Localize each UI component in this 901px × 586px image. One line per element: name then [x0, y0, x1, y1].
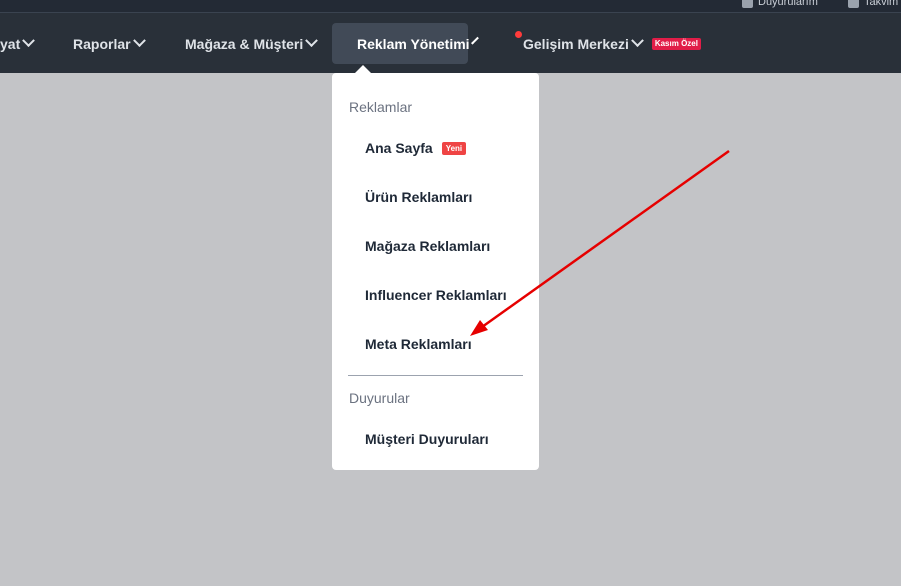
announcements-link[interactable]: Duyurularım [742, 0, 818, 8]
dropdown-divider [348, 375, 523, 376]
nav-item-label: yat [0, 35, 21, 52]
menu-item-influencer-ads[interactable]: Influencer Reklamları [365, 287, 507, 303]
new-badge: Yeni [441, 141, 467, 155]
nav-item-label: Mağaza & Müşteri [185, 35, 304, 52]
bell-icon [742, 0, 753, 8]
menu-item-meta-ads[interactable]: Meta Reklamları [365, 336, 472, 352]
nav-item-label: Raporlar [73, 35, 131, 52]
menu-item-label: Ürün Reklamları [365, 189, 473, 205]
calendar-link[interactable]: Takvim [848, 0, 898, 8]
nav-item-label: Gelişim Merkezi [523, 35, 629, 52]
menu-item-customer-announcements[interactable]: Müşteri Duyuruları [365, 431, 489, 447]
nav-item-ad-management[interactable]: Reklam Yönetimi [332, 23, 479, 64]
calendar-link-label: Takvim [864, 0, 899, 8]
nav-item-store-customer[interactable]: Mağaza & Müşteri [185, 23, 319, 64]
menu-item-product-ads[interactable]: Ürün Reklamları [365, 189, 472, 205]
menu-item-home[interactable]: Ana Sayfa Yeni [365, 140, 467, 156]
chevron-down-icon [470, 36, 479, 45]
menu-item-label: Ana Sayfa [365, 140, 433, 156]
top-utility-bar: Duyurularım Takvim [0, 0, 901, 13]
menu-item-label: Meta Reklamları [365, 336, 472, 352]
chevron-down-icon [305, 34, 319, 48]
dropdown-caret [354, 65, 372, 74]
section-title-announcements: Duyurular [349, 390, 410, 406]
announcements-link-label: Duyurularım [758, 0, 818, 8]
main-navbar: yat Raporlar Mağaza & Müşteri Reklam Yön… [0, 13, 901, 73]
menu-item-label: Mağaza Reklamları [365, 238, 491, 254]
nav-item-partial[interactable]: yat [0, 23, 36, 64]
nav-item-label: Reklam Yönetimi [357, 35, 470, 52]
ad-management-dropdown: Reklamlar Ana Sayfa Yeni Ürün Reklamları… [332, 65, 539, 470]
chevron-down-icon [132, 34, 146, 48]
menu-item-store-ads[interactable]: Mağaza Reklamları [365, 238, 490, 254]
nav-item-reports[interactable]: Raporlar [73, 23, 146, 64]
chevron-down-icon [22, 34, 36, 48]
section-title-ads: Reklamlar [349, 99, 413, 115]
chevron-down-icon [630, 34, 644, 48]
nav-item-development-center[interactable]: Gelişim Merkezi Kasım Özel [515, 23, 701, 64]
notification-dot [515, 31, 522, 38]
calendar-icon [848, 0, 859, 8]
menu-item-label: Müşteri Duyuruları [365, 431, 489, 447]
promo-badge: Kasım Özel [651, 37, 701, 50]
menu-item-label: Influencer Reklamları [365, 287, 507, 303]
